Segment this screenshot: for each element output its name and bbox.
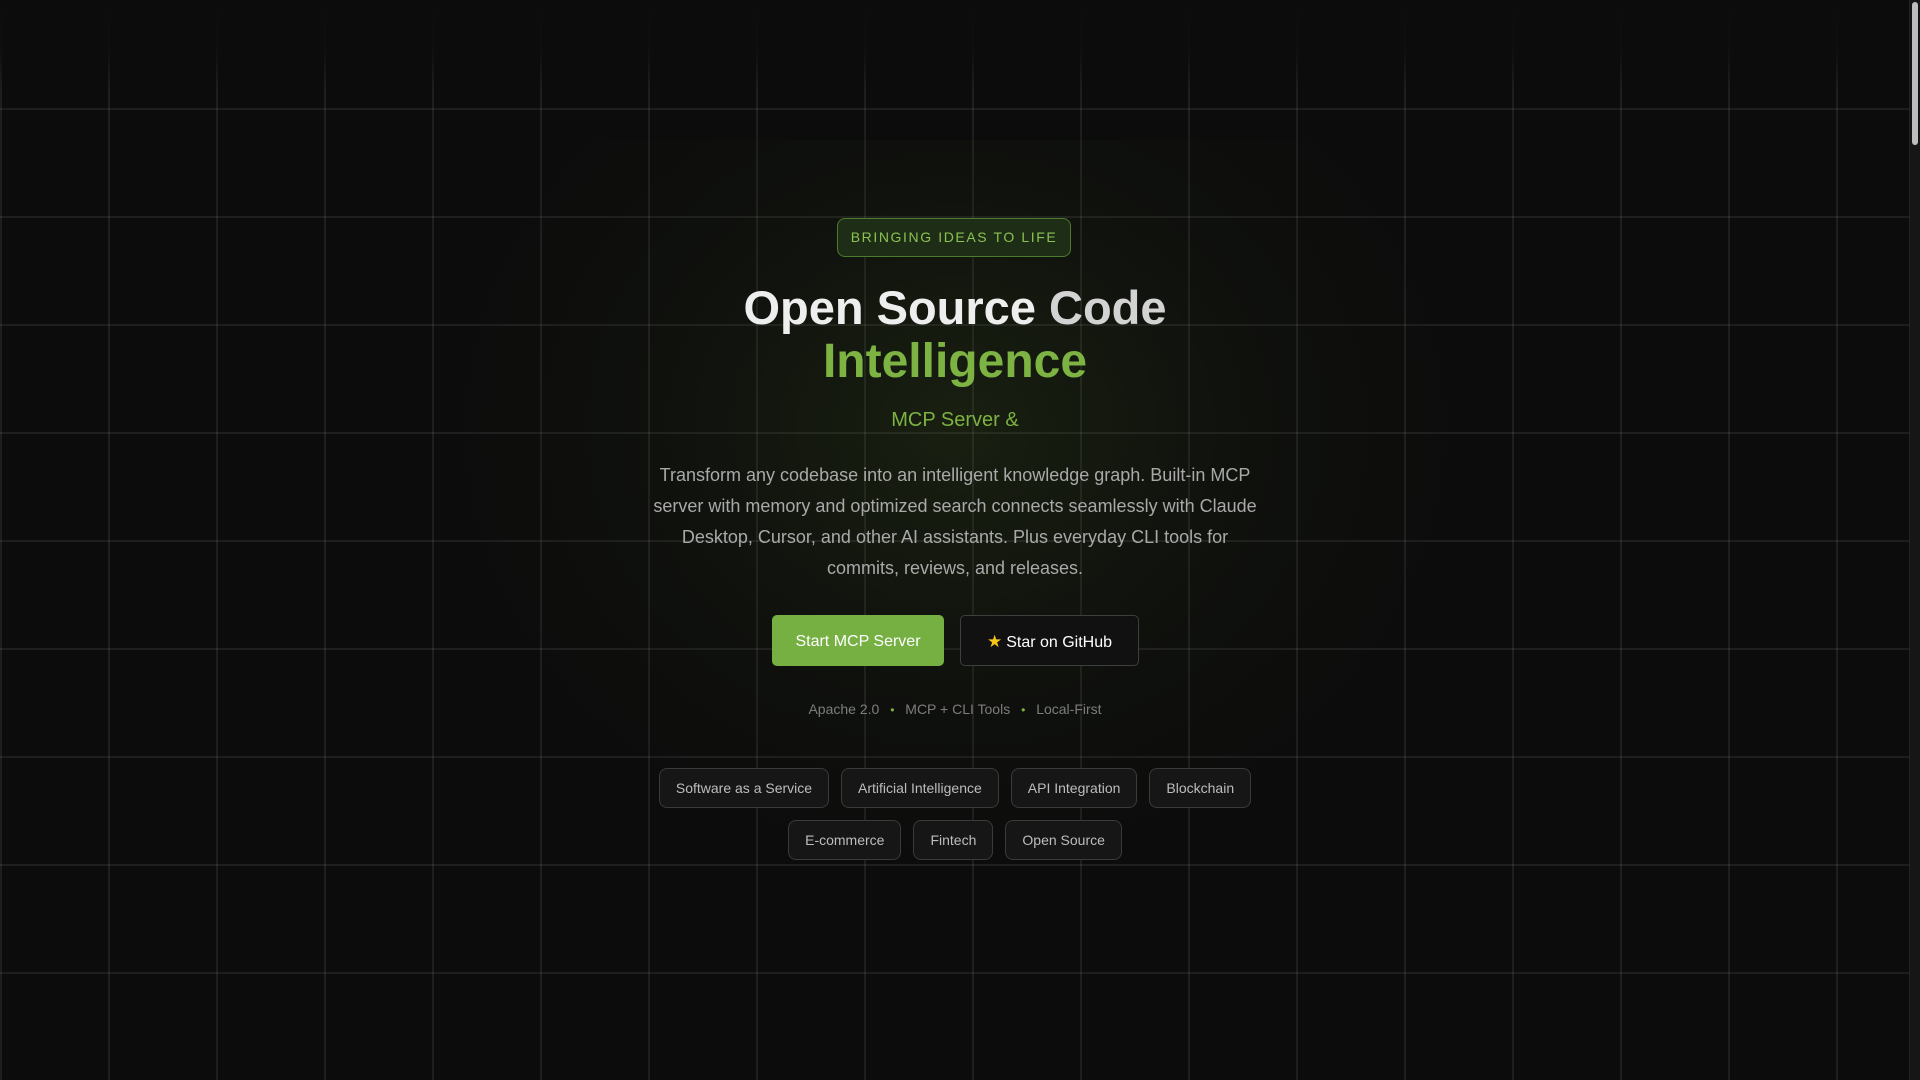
hero-title: Open Source Code <box>0 280 1910 336</box>
vertical-scrollbar[interactable] <box>1909 0 1920 1080</box>
hero-badge: BRINGING IDEAS TO LIFE <box>837 218 1071 257</box>
tag-fintech[interactable]: Fintech <box>913 820 994 860</box>
tag-ecommerce[interactable]: E-commerce <box>788 820 902 860</box>
tag-list: Software as a Service Artificial Intellig… <box>645 768 1265 872</box>
tag-api-integration[interactable]: API Integration <box>1010 768 1138 808</box>
hero-subtitle: MCP Server & <box>891 409 1019 431</box>
star-on-github-button[interactable]: ★ Star on GitHub <box>960 615 1139 666</box>
scrollbar-thumb[interactable] <box>1912 2 1918 145</box>
page: BRINGING IDEAS TO LIFE Open Source Code … <box>0 0 1920 1080</box>
tag-blockchain[interactable]: Blockchain <box>1149 768 1252 808</box>
tag-ai[interactable]: Artificial Intelligence <box>841 768 999 808</box>
star-icon: ★ <box>986 632 1003 651</box>
hero-title-part1: Open Source <box>743 281 1050 334</box>
hero-section: BRINGING IDEAS TO LIFE Open Source Code … <box>0 0 1910 1080</box>
meta-local-first: Local-First <box>1036 701 1102 717</box>
hero-title-highlight: Intelligence <box>822 335 1088 388</box>
tag-saas[interactable]: Software as a Service <box>658 768 830 808</box>
tag-open-source[interactable]: Open Source <box>1005 820 1122 860</box>
meta-license: Apache 2.0 <box>808 701 880 717</box>
start-mcp-server-button[interactable]: Start MCP Server <box>772 615 944 666</box>
bullet-icon: • <box>1021 703 1026 717</box>
hero-title-part2: Code <box>1049 281 1167 334</box>
meta-row: Apache 2.0 • MCP + CLI Tools • Local-Fir… <box>0 700 1910 719</box>
bullet-icon: • <box>890 703 895 717</box>
meta-tools: MCP + CLI Tools <box>905 701 1011 717</box>
star-on-github-label: Star on GitHub <box>1006 634 1113 651</box>
hero-description: Transform any codebase into an intellige… <box>653 465 1257 578</box>
